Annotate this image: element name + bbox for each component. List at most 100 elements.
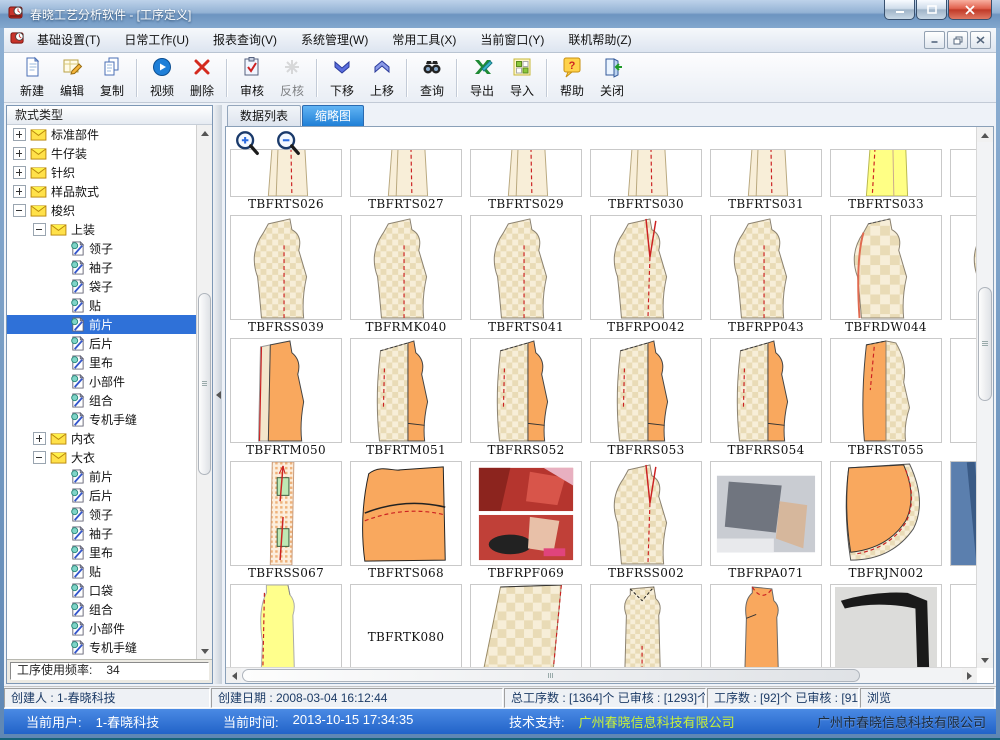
tree-item-28[interactable]	[7, 657, 197, 659]
thumbnail-cell[interactable]: TBFRTM051	[350, 338, 462, 458]
pattern-piece-image[interactable]: TBFRTK080	[350, 584, 462, 667]
tree-item-10[interactable]: 前片	[7, 315, 197, 334]
thumbnail-cell[interactable]	[710, 584, 822, 667]
pattern-piece-image[interactable]	[470, 584, 582, 667]
tree-item-27[interactable]: 专机手缝	[7, 638, 197, 657]
thumbnail-cell[interactable]: TBFRTS041	[470, 215, 582, 335]
tree-item-2[interactable]: 针织	[7, 163, 197, 182]
collapse-arrow-icon[interactable]	[212, 391, 221, 399]
scrollbar-thumb[interactable]	[198, 293, 211, 475]
mdi-minimize-button[interactable]	[924, 31, 945, 49]
horizontal-scrollbar[interactable]	[226, 667, 977, 683]
expand-icon[interactable]	[13, 166, 26, 179]
pattern-piece-image[interactable]	[350, 461, 462, 566]
tree-item-23[interactable]: 贴	[7, 562, 197, 581]
pattern-piece-image[interactable]	[950, 338, 976, 443]
zoom-out-icon[interactable]	[274, 130, 302, 163]
expand-icon[interactable]	[33, 432, 46, 445]
thumbnail-cell[interactable]: TBFRST055	[830, 338, 942, 458]
tree-item-4[interactable]: 梭织	[7, 201, 197, 220]
menu-item-3[interactable]: 系统管理(W)	[289, 29, 380, 51]
thumbnail-cell[interactable]: TBFRTS027	[350, 149, 462, 212]
thumbnail-cell[interactable]	[950, 215, 976, 335]
pattern-piece-image[interactable]	[830, 338, 942, 443]
menu-item-4[interactable]: 常用工具(X)	[380, 29, 468, 51]
expand-icon[interactable]	[13, 185, 26, 198]
thumbnail-cell[interactable]: TBFRMK040	[350, 215, 462, 335]
thumbnail-cell[interactable]	[590, 584, 702, 667]
collapse-icon[interactable]	[13, 204, 26, 217]
toolbar-button-1[interactable]: 编辑	[52, 56, 92, 100]
tree-item-8[interactable]: 袋子	[7, 277, 197, 296]
pattern-piece-image[interactable]	[710, 149, 822, 197]
pattern-piece-image[interactable]	[830, 461, 942, 566]
tree-item-9[interactable]: 贴	[7, 296, 197, 315]
thumbnail-cell[interactable]: TBFRTS029	[470, 149, 582, 212]
menu-item-1[interactable]: 日常工作(U)	[112, 29, 201, 51]
tree-item-12[interactable]: 里布	[7, 353, 197, 372]
thumbnail-cell[interactable]	[950, 338, 976, 458]
tree-item-25[interactable]: 组合	[7, 600, 197, 619]
expand-icon[interactable]	[13, 128, 26, 141]
toolbar-button-7[interactable]: 审核	[232, 56, 272, 100]
toolbar-button-16[interactable]: 导入	[502, 56, 542, 100]
pattern-piece-image[interactable]	[350, 149, 462, 197]
mdi-close-button[interactable]	[970, 31, 991, 49]
pattern-piece-image[interactable]	[950, 461, 976, 566]
tab-thumbnail-view[interactable]: 缩略图	[302, 105, 364, 126]
menu-item-0[interactable]: 基础设置(T)	[25, 29, 112, 51]
tree-item-22[interactable]: 里布	[7, 543, 197, 562]
tree-item-19[interactable]: 后片	[7, 486, 197, 505]
pattern-piece-image[interactable]	[830, 149, 942, 197]
pattern-piece-image[interactable]	[470, 215, 582, 320]
pattern-piece-image[interactable]	[710, 461, 822, 566]
toolbar-button-11[interactable]: 上移	[362, 56, 402, 100]
vertical-scrollbar[interactable]	[976, 127, 993, 668]
thumbnail-cell[interactable]: TBFRPP043	[710, 215, 822, 335]
thumbnail-cell[interactable]: TBFRPF069	[470, 461, 582, 581]
toolbar-button-13[interactable]: 查询	[412, 56, 452, 100]
tab-data-list[interactable]: 数据列表	[227, 105, 301, 126]
mdi-restore-button[interactable]	[947, 31, 968, 49]
menu-item-5[interactable]: 当前窗口(Y)	[468, 29, 556, 51]
pattern-piece-image[interactable]	[950, 584, 976, 667]
thumbnail-cell[interactable]	[950, 149, 976, 212]
toolbar-button-4[interactable]: 视频	[142, 56, 182, 100]
scroll-up-icon[interactable]	[197, 125, 212, 140]
thumbnail-cell[interactable]	[230, 584, 342, 667]
toolbar-button-15[interactable]: 导出	[462, 56, 502, 100]
panel-splitter[interactable]	[213, 105, 222, 684]
maximize-button[interactable]	[916, 0, 947, 20]
thumbnail-cell[interactable]: TBFRTM050	[230, 338, 342, 458]
pattern-piece-image[interactable]	[230, 215, 342, 320]
pattern-piece-image[interactable]	[470, 338, 582, 443]
toolbar-button-5[interactable]: 删除	[182, 56, 222, 100]
thumbnail-cell[interactable]	[950, 584, 976, 667]
tree-item-5[interactable]: 上装	[7, 220, 197, 239]
pattern-piece-image[interactable]	[950, 149, 976, 197]
thumbnail-cell[interactable]: TBFRDW044	[830, 215, 942, 335]
pattern-piece-image[interactable]	[710, 338, 822, 443]
tree-item-18[interactable]: 前片	[7, 467, 197, 486]
tree-item-7[interactable]: 袖子	[7, 258, 197, 277]
thumbnail-cell[interactable]: TBFRTS031	[710, 149, 822, 212]
thumbnail-cell[interactable]	[470, 584, 582, 667]
collapse-icon[interactable]	[33, 451, 46, 464]
menu-item-2[interactable]: 报表查询(V)	[201, 29, 289, 51]
toolbar-button-10[interactable]: 下移	[322, 56, 362, 100]
thumbnail-cell[interactable]	[950, 461, 976, 581]
thumbnail-cell[interactable]	[830, 584, 942, 667]
thumbnail-cell[interactable]: TBFRRS053	[590, 338, 702, 458]
collapse-icon[interactable]	[33, 223, 46, 236]
scroll-right-icon[interactable]	[962, 668, 977, 683]
pattern-piece-image[interactable]	[830, 584, 942, 667]
thumbnail-cell[interactable]: TBFRTS033	[830, 149, 942, 212]
menu-item-6[interactable]: 联机帮助(Z)	[556, 29, 643, 51]
tree-item-15[interactable]: 专机手缝	[7, 410, 197, 429]
pattern-piece-image[interactable]	[230, 584, 342, 667]
thumbnail-cell[interactable]: TBFRJN002	[830, 461, 942, 581]
thumbnail-cell[interactable]: TBFRRS054	[710, 338, 822, 458]
toolbar-button-18[interactable]: ?帮助	[552, 56, 592, 100]
thumbnail-cell[interactable]: TBFRPA071	[710, 461, 822, 581]
pattern-piece-image[interactable]	[950, 215, 976, 320]
